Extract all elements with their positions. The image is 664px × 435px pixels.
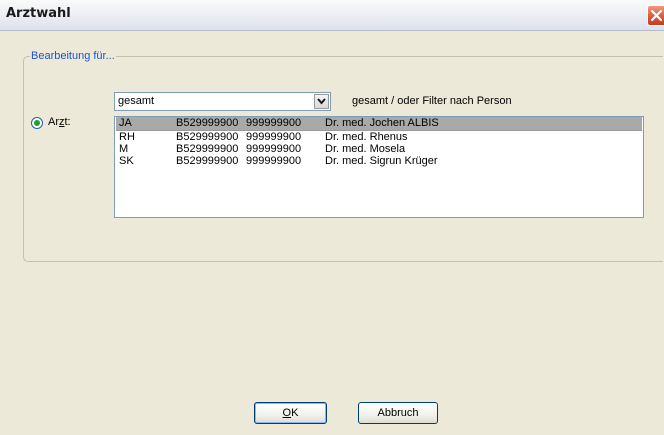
window-title: Arztwahl: [6, 6, 71, 21]
doctor-code: RH: [119, 131, 135, 143]
radio-checked-dot: [34, 120, 40, 126]
doctor-list-item[interactable]: RH B529999900 999999900 Dr. med. Rhenus: [116, 131, 642, 143]
group-legend: Bearbeitung für...: [31, 50, 115, 62]
doctor-name: Dr. med. Rhenus: [325, 131, 408, 143]
doctor-number-1: B529999900: [176, 131, 239, 143]
dropdown-selected-value: gesamt: [118, 95, 155, 107]
cancel-button[interactable]: Abbruch: [358, 402, 438, 424]
close-button[interactable]: [647, 5, 664, 26]
doctor-code: JA: [119, 117, 132, 129]
doctor-listbox[interactable]: JA B529999900 999999900 Dr. med. Jochen ALB…: [114, 116, 644, 218]
doctor-name: Dr. med. Sigrun Krüger: [325, 155, 438, 167]
title-bar[interactable]: Arztwahl: [0, 0, 664, 31]
arztwahl-dialog: Arztwahl Bearbeitung für... gesamt gesam…: [0, 0, 664, 435]
doctor-list-item[interactable]: M B529999900 999999900 Dr. med. Mosela: [116, 143, 642, 155]
doctor-number-1: B529999900: [176, 155, 239, 167]
person-filter-dropdown[interactable]: gesamt: [114, 92, 331, 111]
doctor-list-item[interactable]: SK B529999900 999999900 Dr. med. Sigrun Krü…: [116, 155, 642, 167]
doctor-list-item[interactable]: JA B529999900 999999900 Dr. med. Jochen ALB…: [116, 117, 642, 131]
doctor-number-1: B529999900: [176, 143, 239, 155]
doctor-number-2: 999999900: [246, 155, 302, 167]
doctor-number-2: 999999900: [246, 117, 302, 129]
chevron-down-icon: [317, 98, 326, 105]
close-x-icon: [651, 10, 662, 21]
doctor-number-2: 999999900: [246, 143, 302, 155]
doctor-number-1: B529999900: [176, 117, 239, 129]
doctor-name: Dr. med. Jochen ALBIS: [325, 117, 439, 129]
filter-hint-label: gesamt / oder Filter nach Person: [352, 95, 512, 107]
arzt-radio-button[interactable]: [31, 117, 43, 129]
doctor-name: Dr. med. Mosela: [325, 143, 406, 155]
doctor-code: M: [119, 143, 129, 155]
doctor-code: SK: [119, 155, 134, 167]
ok-button[interactable]: OK: [254, 402, 327, 424]
doctor-number-2: 999999900: [246, 131, 302, 143]
dropdown-toggle-button[interactable]: [314, 94, 329, 109]
arzt-radio-label: Arzt:: [48, 116, 71, 128]
